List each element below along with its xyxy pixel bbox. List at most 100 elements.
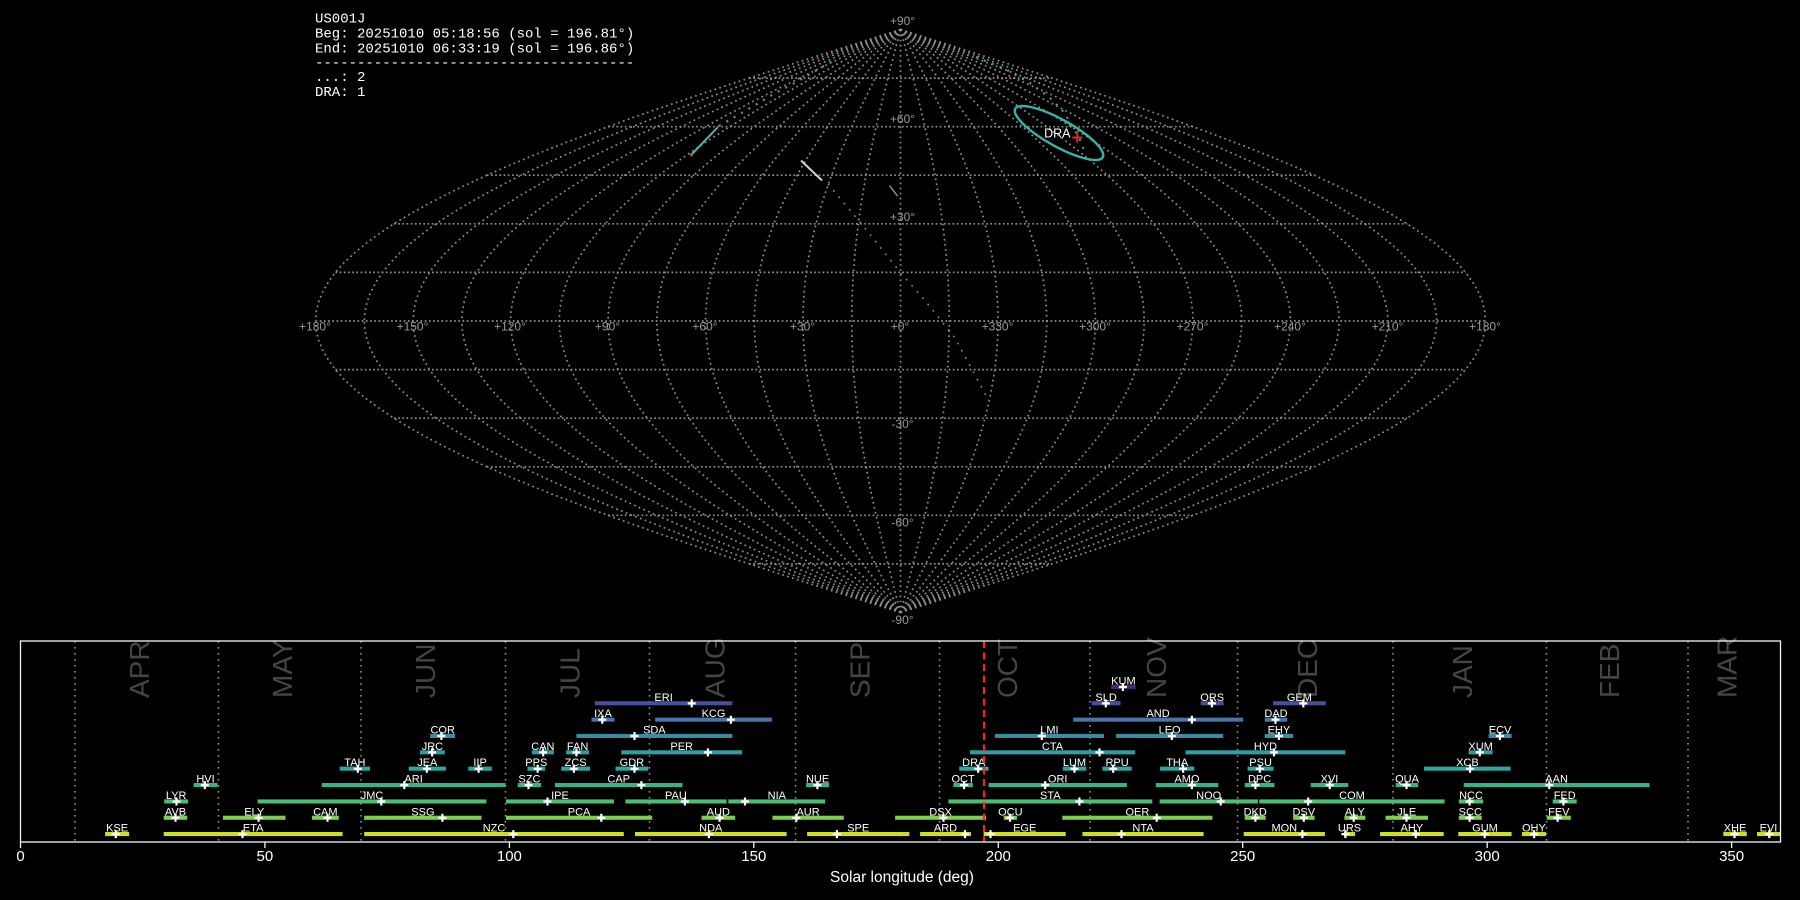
svg-text:GDR: GDR xyxy=(620,757,645,769)
svg-text:SLD: SLD xyxy=(1095,692,1116,704)
svg-text:250: 250 xyxy=(1230,848,1255,865)
svg-text:DSX: DSX xyxy=(929,806,952,818)
svg-text:NTA: NTA xyxy=(1132,823,1154,835)
svg-text:+30°: +30° xyxy=(790,320,815,334)
svg-text:GUM: GUM xyxy=(1472,823,1498,835)
svg-text:+60°: +60° xyxy=(692,320,717,334)
svg-text:OCU: OCU xyxy=(998,806,1023,818)
svg-text:NUE: NUE xyxy=(806,774,829,786)
svg-text:XCB: XCB xyxy=(1456,757,1479,769)
svg-text:+210°: +210° xyxy=(1372,320,1404,334)
svg-text:SDA: SDA xyxy=(643,725,666,737)
svg-text:STA: STA xyxy=(1040,790,1061,802)
svg-text:PAU: PAU xyxy=(665,790,687,802)
svg-text:LUM: LUM xyxy=(1063,757,1086,769)
svg-text:NOV: NOV xyxy=(1141,637,1172,698)
svg-text:LYR: LYR xyxy=(166,790,187,802)
svg-text:OCT: OCT xyxy=(992,639,1023,698)
svg-text:HYD: HYD xyxy=(1254,741,1277,753)
svg-text:PSU: PSU xyxy=(1249,757,1272,769)
svg-text:EVI: EVI xyxy=(1760,823,1778,835)
svg-text:TAH: TAH xyxy=(344,757,365,769)
svg-text:JRC: JRC xyxy=(422,741,443,753)
svg-text:IPE: IPE xyxy=(551,790,569,802)
svg-text:-60°: -60° xyxy=(891,516,913,530)
svg-text:Beg: 20251010 05:18:56 (sol =: Beg: 20251010 05:18:56 (sol = 196.81°) xyxy=(315,27,634,43)
svg-text:ALY: ALY xyxy=(1345,806,1366,818)
svg-text:NOO: NOO xyxy=(1196,790,1222,802)
svg-text:RPU: RPU xyxy=(1105,757,1128,769)
svg-text:SZC: SZC xyxy=(518,774,540,786)
svg-text:URS: URS xyxy=(1338,823,1361,835)
svg-text:IXA: IXA xyxy=(594,708,612,720)
svg-text:100: 100 xyxy=(497,848,522,865)
svg-text:ARD: ARD xyxy=(934,823,957,835)
svg-text:-30°: -30° xyxy=(891,417,913,431)
svg-text:CAP: CAP xyxy=(607,774,630,786)
svg-text:CTA: CTA xyxy=(1042,741,1064,753)
svg-text:DAD: DAD xyxy=(1264,708,1287,720)
svg-text:+180°: +180° xyxy=(299,320,331,334)
svg-text:JLE: JLE xyxy=(1397,806,1416,818)
svg-text:HVI: HVI xyxy=(196,774,214,786)
svg-text:MON: MON xyxy=(1271,823,1297,835)
svg-text:+30°: +30° xyxy=(890,210,915,224)
svg-text:AUR: AUR xyxy=(796,806,819,818)
svg-text:OER: OER xyxy=(1125,806,1149,818)
svg-text:CAM: CAM xyxy=(313,806,337,818)
svg-text:QUA: QUA xyxy=(1395,774,1420,786)
svg-text:JEA: JEA xyxy=(417,757,438,769)
svg-text:KSE: KSE xyxy=(106,823,128,835)
svg-text:MAY: MAY xyxy=(267,639,298,698)
svg-text:JAN: JAN xyxy=(1447,645,1478,698)
svg-text:NZC: NZC xyxy=(483,823,506,835)
svg-text:LMI: LMI xyxy=(1040,725,1058,737)
svg-text:350: 350 xyxy=(1719,848,1744,865)
svg-text:DRA: DRA xyxy=(962,757,986,769)
svg-text:DRA: 1: DRA: 1 xyxy=(315,85,365,101)
svg-text:AAN: AAN xyxy=(1545,774,1568,786)
svg-text:KCG: KCG xyxy=(702,708,726,720)
svg-text:DPC: DPC xyxy=(1248,774,1271,786)
svg-text:+240°: +240° xyxy=(1274,320,1306,334)
svg-text:DKD: DKD xyxy=(1244,806,1267,818)
svg-text:DRA: DRA xyxy=(1044,127,1071,141)
svg-text:200: 200 xyxy=(986,848,1011,865)
svg-text:Solar longitude (deg): Solar longitude (deg) xyxy=(830,869,974,886)
svg-text:AUG: AUG xyxy=(700,637,731,698)
svg-text:IIP: IIP xyxy=(473,757,486,769)
svg-text:+120°: +120° xyxy=(494,320,526,334)
svg-text:+60°: +60° xyxy=(890,112,915,126)
svg-text:SPE: SPE xyxy=(847,823,869,835)
svg-text:DSV: DSV xyxy=(1292,806,1315,818)
svg-text:0: 0 xyxy=(16,848,24,865)
svg-text:+90°: +90° xyxy=(890,14,915,28)
svg-text:300: 300 xyxy=(1475,848,1500,865)
svg-text:NIA: NIA xyxy=(768,790,787,802)
svg-text:ORS: ORS xyxy=(1200,692,1224,704)
svg-text:-90°: -90° xyxy=(891,613,913,627)
svg-text:JUL: JUL xyxy=(555,648,586,698)
svg-text:MAR: MAR xyxy=(1712,636,1743,698)
svg-text:ORI: ORI xyxy=(1048,774,1068,786)
svg-text:JMC: JMC xyxy=(361,790,384,802)
svg-text:ELY: ELY xyxy=(244,806,265,818)
svg-text:NDA: NDA xyxy=(699,823,723,835)
svg-text:+0°: +0° xyxy=(891,320,910,334)
svg-text:+90°: +90° xyxy=(595,320,620,334)
svg-text:OHY: OHY xyxy=(1522,823,1547,835)
svg-text:ECV: ECV xyxy=(1489,725,1512,737)
svg-text:JUN: JUN xyxy=(410,644,441,698)
svg-text:GEM: GEM xyxy=(1287,692,1312,704)
svg-text:+180°: +180° xyxy=(1469,320,1501,334)
svg-text:SCC: SCC xyxy=(1459,806,1482,818)
svg-text:+330°: +330° xyxy=(982,320,1014,334)
svg-text:PER: PER xyxy=(670,741,693,753)
svg-text:OCT: OCT xyxy=(951,774,975,786)
svg-text:XVI: XVI xyxy=(1321,774,1339,786)
svg-text:ARI: ARI xyxy=(404,774,422,786)
svg-text:AMO: AMO xyxy=(1174,774,1200,786)
svg-text:COR: COR xyxy=(430,725,455,737)
svg-text:AUD: AUD xyxy=(707,806,730,818)
svg-text:50: 50 xyxy=(257,848,274,865)
